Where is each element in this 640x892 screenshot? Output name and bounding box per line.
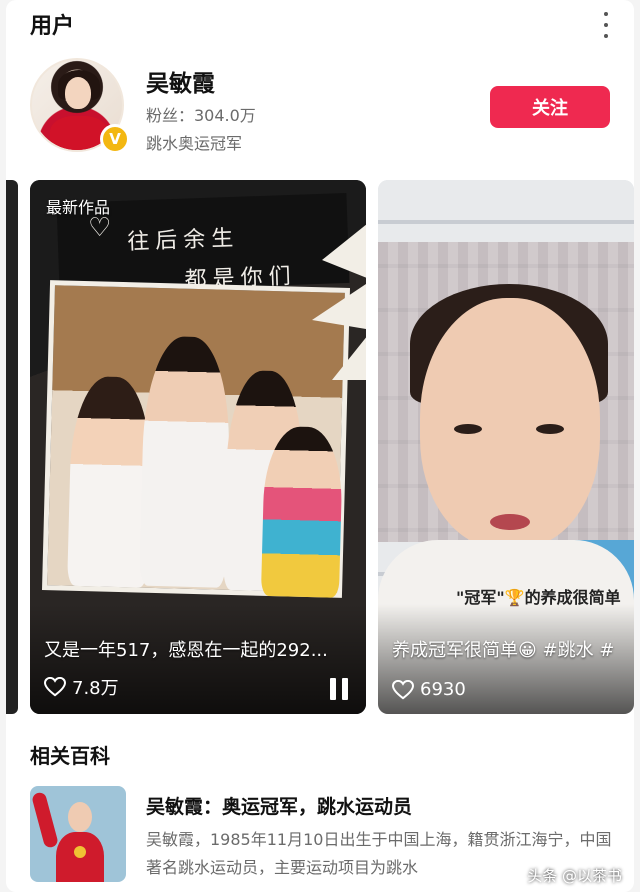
comic-burst-decoration <box>312 224 366 380</box>
encyclopedia-heading[interactable]: 吴敏霞：奥运冠军，跳水运动员 <box>146 792 412 819</box>
video-caption: 又是一年517，感恩在一起的292... <box>44 640 328 661</box>
like-count: 7.8万 <box>44 674 119 700</box>
more-options-icon[interactable] <box>600 12 612 38</box>
family-photo <box>41 280 351 598</box>
like-count: 6930 <box>392 679 466 700</box>
video-card[interactable]: "冠军"🏆的养成很简单 养成冠军很简单😀 #跳水 # 6930 <box>378 180 634 714</box>
previous-video-peek[interactable] <box>6 180 18 714</box>
user-description: 跳水奥运冠军 <box>146 134 243 153</box>
watermark: 头条 @以茶书 <box>527 867 622 885</box>
verified-badge-icon: V <box>100 124 130 154</box>
latest-work-badge: 最新作品 <box>46 198 111 217</box>
section-title: 用户 <box>30 14 75 39</box>
pause-icon[interactable] <box>330 678 348 700</box>
user-result-card: 用户 V 吴敏霞 粉丝：304.0万 跳水奥运冠军 关注 ♡ 往后余生 都是你们… <box>6 0 634 892</box>
user-name[interactable]: 吴敏霞 <box>146 64 215 98</box>
encyclopedia-thumbnail[interactable] <box>30 786 126 882</box>
video-card-latest[interactable]: ♡ 往后余生 都是你们 最新作品 又是一年517，感恩在一起的292... 7.… <box>30 180 366 714</box>
encyclopedia-section-title: 相关百科 <box>30 744 110 768</box>
fans-count: 粉丝：304.0万 <box>146 106 256 125</box>
doodle-heart-icon: ♡ <box>88 213 112 243</box>
follow-button[interactable]: 关注 <box>490 86 610 128</box>
video-caption: 养成冠军很简单😀 #跳水 # <box>392 640 615 661</box>
heart-outline-icon <box>392 679 414 699</box>
heart-outline-icon <box>44 677 66 697</box>
